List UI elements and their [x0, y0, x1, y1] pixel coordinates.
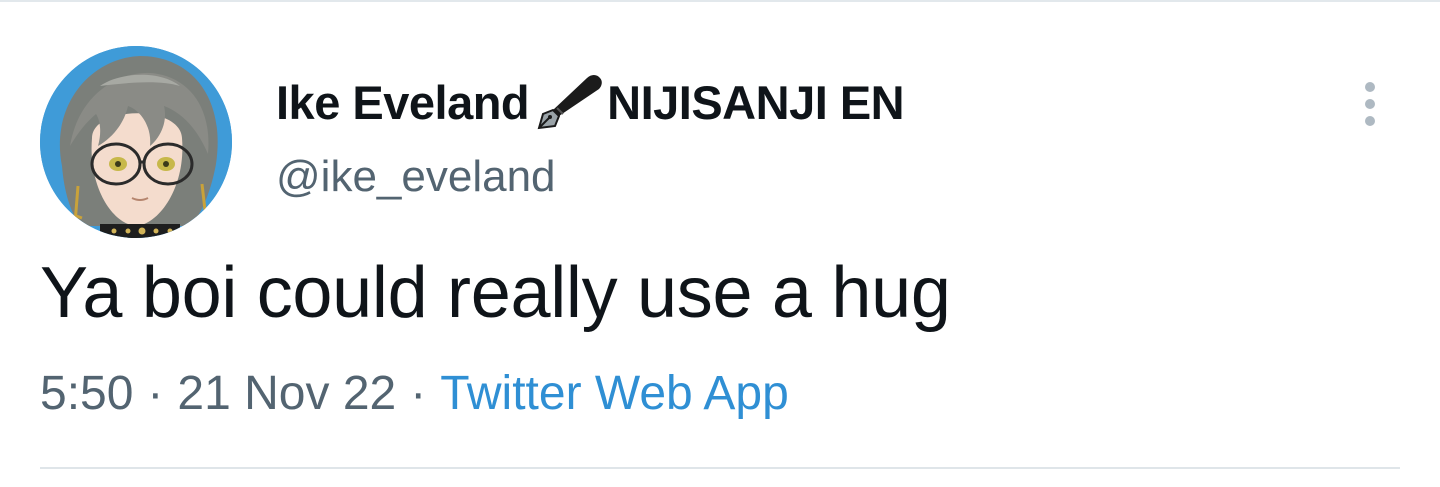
fountain-pen-icon — [533, 70, 605, 134]
vertical-ellipsis-icon — [1365, 82, 1375, 92]
top-divider — [0, 0, 1440, 2]
meta-separator: · — [410, 367, 427, 420]
avatar[interactable] — [40, 46, 232, 238]
tweet-date[interactable]: 21 Nov 22 — [177, 367, 396, 420]
vertical-ellipsis-icon — [1365, 99, 1375, 109]
display-name[interactable]: Ike Eveland NIJISANJI EN — [276, 70, 905, 134]
tweet-source-link[interactable]: Twitter Web App — [440, 367, 789, 420]
user-handle[interactable]: @ike_eveland — [276, 152, 556, 202]
display-name-part2: NIJISANJI EN — [607, 75, 905, 129]
tweet-time[interactable]: 5:50 — [40, 367, 133, 420]
meta-separator: · — [147, 367, 164, 420]
avatar-illustration — [40, 46, 232, 238]
more-options-button[interactable] — [1346, 76, 1394, 132]
tweet-metadata: 5:50 · 21 Nov 22 · Twitter Web App — [40, 362, 789, 426]
vertical-ellipsis-icon — [1365, 116, 1375, 126]
bottom-divider — [40, 467, 1400, 469]
display-name-part1: Ike Eveland — [276, 75, 530, 129]
tweet-text: Ya boi could really use a hug — [40, 253, 951, 333]
